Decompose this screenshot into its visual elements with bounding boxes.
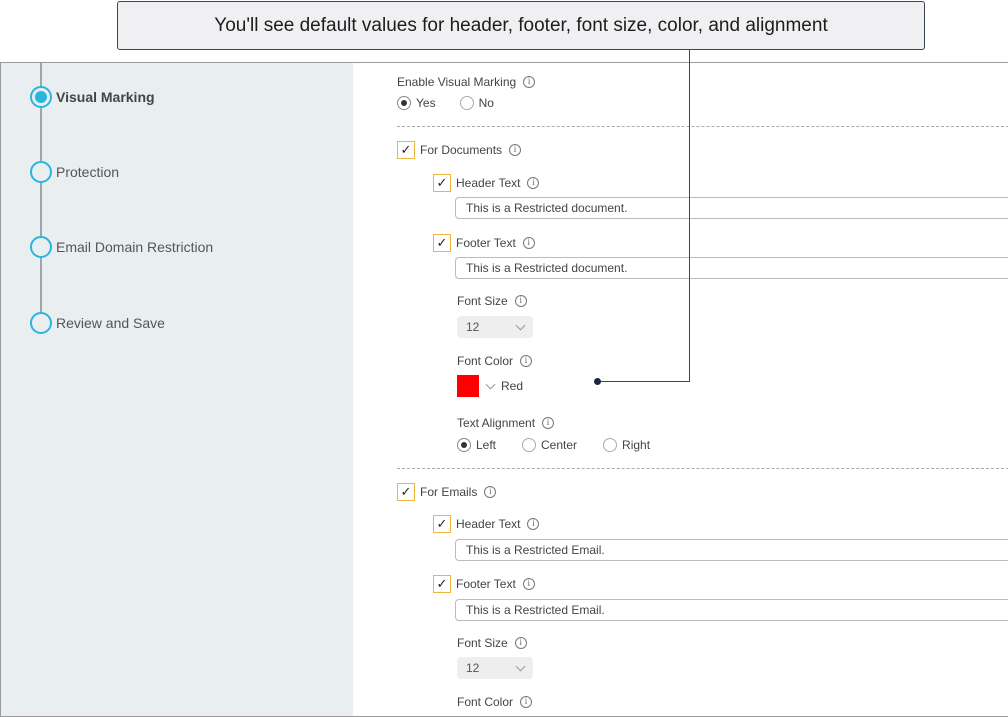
email-font-size-select[interactable]: 12: [457, 657, 533, 679]
step-email-domain-restriction[interactable]: Email Domain Restriction: [30, 236, 213, 258]
radio-label: Center: [541, 438, 578, 452]
checkbox-label: For Documents: [420, 143, 503, 157]
doc-footer-text-checkbox-row[interactable]: ✓ Footer Text: [433, 234, 535, 252]
color-name: Red: [501, 379, 524, 393]
doc-font-size-label: Font Size: [457, 294, 527, 308]
doc-header-text-input[interactable]: This is a Restricted document.: [455, 197, 1008, 219]
info-icon[interactable]: [514, 295, 527, 307]
radio-center[interactable]: Center: [522, 438, 577, 452]
email-footer-text-checkbox-row[interactable]: ✓ Footer Text: [433, 575, 535, 593]
radio-right[interactable]: Right: [603, 438, 650, 452]
step-active-icon: [30, 86, 52, 108]
info-icon[interactable]: [484, 486, 497, 498]
label-text: Font Size: [457, 294, 508, 308]
info-icon[interactable]: [520, 355, 533, 367]
stepper-sidebar: Visual Marking Protection Email Domain R…: [1, 63, 353, 716]
callout-connector-line-horizontal: [598, 381, 690, 382]
input-value: This is a Restricted document.: [466, 201, 628, 215]
select-value: 12: [466, 661, 480, 675]
info-icon[interactable]: [527, 518, 540, 530]
callout-connector-line: [689, 50, 690, 382]
info-icon[interactable]: [522, 237, 535, 249]
email-footer-text-input[interactable]: This is a Restricted Email.: [455, 599, 1008, 621]
step-label: Email Domain Restriction: [56, 239, 214, 255]
info-icon[interactable]: [520, 696, 533, 708]
step-visual-marking[interactable]: Visual Marking: [30, 86, 155, 108]
doc-footer-checkbox[interactable]: ✓: [433, 234, 451, 252]
section-divider: [397, 126, 1008, 127]
step-circle-icon: [30, 161, 52, 183]
enable-radio-group: Yes No: [397, 96, 514, 110]
callout-connector-dot: [594, 378, 601, 385]
callout-text: You'll see default values for header, fo…: [214, 14, 828, 36]
step-label: Protection: [56, 164, 120, 180]
doc-footer-text-input[interactable]: This is a Restricted document.: [455, 257, 1008, 279]
info-icon[interactable]: [514, 637, 527, 649]
doc-header-checkbox[interactable]: ✓: [433, 174, 451, 192]
radio-label: No: [478, 96, 494, 110]
step-protection[interactable]: Protection: [30, 161, 119, 183]
color-swatch: [457, 375, 479, 397]
label-text: Font Color: [457, 695, 514, 709]
email-font-color-label: Font Color: [457, 695, 533, 709]
callout-banner: You'll see default values for header, fo…: [117, 1, 925, 50]
doc-font-size-select[interactable]: 12: [457, 316, 533, 338]
info-icon[interactable]: [527, 177, 540, 189]
step-label: Visual Marking: [56, 89, 155, 105]
doc-text-alignment-label: Text Alignment: [457, 416, 555, 430]
email-footer-checkbox[interactable]: ✓: [433, 575, 451, 593]
checkbox-label: Footer Text: [456, 236, 516, 250]
checkbox-label: Header Text: [456, 176, 521, 190]
info-icon[interactable]: [542, 417, 555, 429]
label-text: Text Alignment: [457, 416, 536, 430]
label-text: Font Size: [457, 636, 508, 650]
app-frame: Visual Marking Protection Email Domain R…: [0, 62, 1008, 717]
for-emails-checkbox-row[interactable]: ✓ For Emails: [397, 483, 497, 501]
doc-header-text-checkbox-row[interactable]: ✓ Header Text: [433, 174, 540, 192]
email-header-text-checkbox-row[interactable]: ✓ Header Text: [433, 515, 540, 533]
for-documents-checkbox-row[interactable]: ✓ For Documents: [397, 141, 522, 159]
for-emails-checkbox[interactable]: ✓: [397, 483, 415, 501]
label-text: Font Color: [457, 354, 514, 368]
email-header-checkbox[interactable]: ✓: [433, 515, 451, 533]
radio-unselected-icon: [603, 438, 618, 452]
radio-no[interactable]: No: [459, 96, 494, 110]
doc-font-color-label: Font Color: [457, 354, 533, 368]
checkbox-label: Header Text: [456, 517, 521, 531]
step-circle-icon: [30, 312, 52, 334]
section-divider: [397, 468, 1008, 469]
radio-selected-icon: [457, 438, 471, 452]
radio-label: Right: [622, 438, 651, 452]
for-documents-checkbox[interactable]: ✓: [397, 141, 415, 159]
chevron-down-icon: [515, 320, 526, 330]
chevron-down-icon: [515, 661, 526, 671]
select-value: 12: [466, 320, 480, 334]
info-icon[interactable]: [523, 76, 536, 88]
step-review-and-save[interactable]: Review and Save: [30, 312, 165, 334]
radio-selected-icon: [397, 96, 411, 110]
chevron-down-icon: [485, 379, 496, 389]
email-header-text-input[interactable]: This is a Restricted Email.: [455, 539, 1008, 561]
radio-unselected-icon: [459, 96, 474, 110]
doc-font-color-picker[interactable]: Red: [457, 375, 523, 397]
checkbox-label: Footer Text: [456, 577, 516, 591]
email-font-size-label: Font Size: [457, 636, 527, 650]
input-value: This is a Restricted document.: [466, 261, 628, 275]
step-label: Review and Save: [56, 315, 165, 331]
step-circle-icon: [30, 236, 52, 258]
input-value: This is a Restricted Email.: [466, 543, 605, 557]
visual-marking-form: Enable Visual Marking Yes No ✓ For Docum…: [353, 63, 1008, 716]
enable-visual-marking-label: Enable Visual Marking: [397, 75, 536, 89]
radio-unselected-icon: [522, 438, 537, 452]
radio-label: Left: [476, 438, 497, 452]
checkbox-label: For Emails: [420, 485, 478, 499]
info-icon[interactable]: [522, 578, 535, 590]
input-value: This is a Restricted Email.: [466, 603, 605, 617]
radio-left[interactable]: Left: [457, 438, 496, 452]
enable-label-text: Enable Visual Marking: [397, 75, 517, 89]
info-icon[interactable]: [509, 144, 522, 156]
doc-alignment-radio-group: Left Center Right: [457, 438, 670, 452]
radio-label: Yes: [416, 96, 436, 110]
radio-yes[interactable]: Yes: [397, 96, 436, 110]
